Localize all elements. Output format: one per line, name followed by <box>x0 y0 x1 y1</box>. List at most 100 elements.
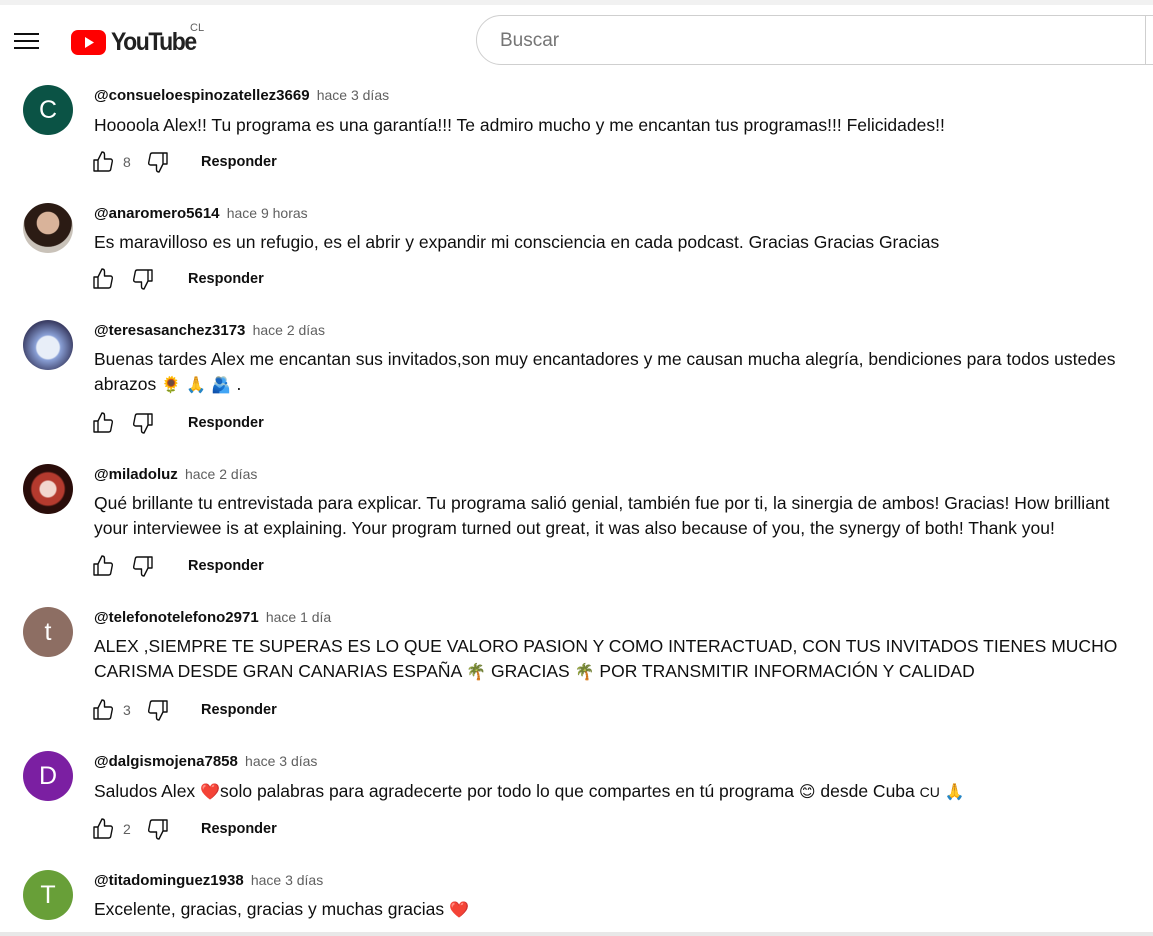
comment-text-part: GRACIAS <box>490 661 570 681</box>
thumbs-up-icon <box>93 818 114 839</box>
comment-time[interactable]: hace 3 días <box>245 753 317 769</box>
avatar[interactable] <box>23 464 73 514</box>
comment-header: @titadominguez1938 hace 3 días <box>94 872 323 889</box>
dislike-button[interactable] <box>130 266 156 292</box>
comment-text-body: Excelente, gracias, gracias y muchas gra… <box>94 899 445 919</box>
comment-emojis: 🌻 🙏 🫂 . <box>156 375 242 394</box>
palm-emoji: 🌴 <box>466 662 487 681</box>
like-button[interactable] <box>90 149 116 175</box>
comment-author[interactable]: @titadominguez1938 <box>94 872 244 889</box>
comment-author[interactable]: @anaromero5614 <box>94 205 220 222</box>
like-count: 8 <box>123 154 131 170</box>
dislike-button[interactable] <box>130 553 156 579</box>
comment-author[interactable]: @dalgismojena7858 <box>94 753 238 770</box>
reply-button[interactable]: Responder <box>188 415 264 431</box>
thumbs-up-icon <box>93 555 114 576</box>
dislike-button[interactable] <box>130 410 156 436</box>
like-count: 3 <box>123 702 131 718</box>
like-button[interactable] <box>90 553 116 579</box>
thumbs-up-icon <box>93 151 114 172</box>
comment-text: ALEX ,SIEMPRE TE SUPERAS ES LO QUE VALOR… <box>94 634 1139 684</box>
comment-header: @consueloespinozatellez3669 hace 3 días <box>94 87 389 104</box>
reply-button[interactable]: Responder <box>201 154 277 170</box>
search-box[interactable] <box>476 15 1153 65</box>
comment-text: Hoooola Alex!! Tu programa es una garant… <box>94 115 945 135</box>
bottom-divider <box>0 932 1153 936</box>
comment-time[interactable]: hace 2 días <box>185 466 257 482</box>
menu-icon[interactable] <box>14 31 39 50</box>
avatar-letter: C <box>38 95 58 124</box>
comment-author[interactable]: @miladoluz <box>94 466 178 483</box>
reply-button[interactable]: Responder <box>201 821 277 837</box>
comment-time[interactable]: hace 2 días <box>253 322 325 338</box>
thumbs-up-icon <box>93 268 114 289</box>
comment-header: @anaromero5614 hace 9 horas <box>94 205 308 222</box>
thumbs-up-icon <box>93 412 114 433</box>
comment-actions: 2 Responder <box>90 816 277 842</box>
flag-code: CU <box>919 784 940 800</box>
thumbs-down-icon <box>132 413 153 434</box>
heart-emoji: ❤️ <box>200 782 220 801</box>
avatar[interactable]: D <box>23 751 73 801</box>
thumbs-down-icon <box>132 556 153 577</box>
avatar[interactable] <box>23 320 73 370</box>
comment-header: @miladoluz hace 2 días <box>94 466 257 483</box>
comment-text-part: Saludos Alex <box>94 781 196 801</box>
search-divider <box>1145 15 1146 65</box>
comment-actions: Responder <box>90 553 264 579</box>
country-code: CL <box>190 22 205 34</box>
comment-actions: 3 Responder <box>90 697 277 723</box>
logo-text: YouTube <box>111 27 197 56</box>
youtube-logo[interactable]: YouTube <box>71 27 203 57</box>
like-button[interactable] <box>90 410 116 436</box>
dislike-button[interactable] <box>145 816 171 842</box>
avatar-letter: D <box>38 761 58 790</box>
comment-time[interactable]: hace 3 días <box>251 872 323 888</box>
reply-button[interactable]: Responder <box>188 558 264 574</box>
comment-author[interactable]: @telefonotelefono2971 <box>94 609 259 626</box>
comment-text-part: POR TRANSMITIR INFORMACIÓN Y CALIDAD <box>599 661 975 681</box>
smile-emoji: 😊 <box>798 782 816 801</box>
thumbs-down-icon <box>147 819 168 840</box>
comment-author[interactable]: @consueloespinozatellez3669 <box>94 87 310 104</box>
masthead: YouTube CL <box>0 5 1153 73</box>
avatar-letter: T <box>40 880 56 909</box>
like-count: 2 <box>123 821 131 837</box>
comment-time[interactable]: hace 1 día <box>266 609 331 625</box>
dislike-button[interactable] <box>145 149 171 175</box>
reply-button[interactable]: Responder <box>188 271 264 287</box>
comment-header: @dalgismojena7858 hace 3 días <box>94 753 317 770</box>
comment-text: Saludos Alex ❤️solo palabras para agrade… <box>94 779 1139 805</box>
comment-text: Buenas tardes Alex me encantan sus invit… <box>94 347 1139 397</box>
pray-emoji: 🙏 <box>944 782 965 801</box>
comment-actions: Responder <box>90 410 264 436</box>
search-input[interactable] <box>498 29 1142 53</box>
thumbs-down-icon <box>147 700 168 721</box>
comment-actions: Responder <box>90 266 264 292</box>
like-button[interactable] <box>90 266 116 292</box>
thumbs-down-icon <box>147 152 168 173</box>
comment-actions: 8 Responder <box>90 149 277 175</box>
comment-text-part: solo palabras para agradecerte por todo … <box>219 781 794 801</box>
like-button[interactable] <box>90 816 116 842</box>
comment-text: Excelente, gracias, gracias y muchas gra… <box>94 897 1139 922</box>
comment-text: Qué brillante tu entrevistada para expli… <box>94 493 1110 538</box>
avatar[interactable]: T <box>23 870 73 920</box>
comment-header: @teresasanchez3173 hace 2 días <box>94 322 325 339</box>
thumbs-up-icon <box>93 699 114 720</box>
comment-header: @telefonotelefono2971 hace 1 día <box>94 609 331 626</box>
comment-time[interactable]: hace 9 horas <box>227 205 308 221</box>
heart-emoji: ❤️ <box>449 900 469 919</box>
comment-author[interactable]: @teresasanchez3173 <box>94 322 245 339</box>
thumbs-down-icon <box>132 269 153 290</box>
reply-button[interactable]: Responder <box>201 702 277 718</box>
avatar[interactable]: C <box>23 85 73 135</box>
avatar[interactable] <box>23 203 73 253</box>
like-button[interactable] <box>90 697 116 723</box>
comment-time[interactable]: hace 3 días <box>317 87 389 103</box>
dislike-button[interactable] <box>145 697 171 723</box>
comment-text: Es maravilloso es un refugio, es el abri… <box>94 232 940 252</box>
comment-text-part: desde Cuba <box>820 781 915 801</box>
avatar[interactable]: t <box>23 607 73 657</box>
palm-emoji: 🌴 <box>574 662 595 681</box>
